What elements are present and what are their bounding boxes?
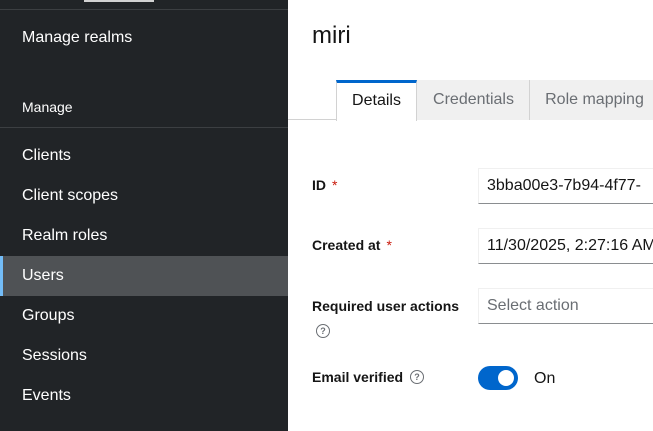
sidebar-item-realm-roles[interactable]: Realm roles bbox=[0, 216, 288, 256]
page-title: miri bbox=[312, 22, 351, 49]
sidebar-item-clients[interactable]: Clients bbox=[0, 136, 288, 176]
toggle-knob bbox=[498, 370, 514, 386]
realm-selector-edge bbox=[84, 0, 154, 2]
main-content: miri Credentials Role mapping Details ID… bbox=[288, 0, 653, 431]
id-field[interactable]: 3bba00e3-7b94-4f77- bbox=[478, 168, 653, 204]
sidebar-section-manage: Manage bbox=[22, 99, 73, 115]
tab-credentials[interactable]: Credentials bbox=[416, 80, 530, 120]
sidebar-divider bbox=[0, 127, 288, 128]
required-actions-select[interactable]: Select action bbox=[478, 288, 653, 324]
created-at-label: Created at * bbox=[312, 237, 392, 253]
sidebar-item-events[interactable]: Events bbox=[0, 376, 288, 416]
email-verified-toggle[interactable] bbox=[478, 366, 518, 390]
sidebar-item-client-scopes[interactable]: Client scopes bbox=[0, 176, 288, 216]
tab-role-mapping[interactable]: Role mapping bbox=[529, 80, 653, 120]
sidebar-item-sessions[interactable]: Sessions bbox=[0, 336, 288, 376]
sidebar-divider-top bbox=[0, 9, 288, 10]
required-marker: * bbox=[332, 177, 338, 193]
required-marker: * bbox=[386, 237, 392, 253]
required-actions-label: Required user actions bbox=[312, 298, 460, 314]
sidebar-item-groups[interactable]: Groups bbox=[0, 296, 288, 336]
tab-details[interactable]: Details bbox=[336, 80, 417, 121]
created-at-label-text: Created at bbox=[312, 237, 381, 253]
email-verified-state: On bbox=[534, 370, 556, 387]
created-at-field[interactable]: 11/30/2025, 2:27:16 AM bbox=[478, 228, 653, 264]
help-icon[interactable]: ? bbox=[410, 370, 424, 384]
id-label: ID * bbox=[312, 177, 337, 193]
manage-realms-link[interactable]: Manage realms bbox=[0, 18, 288, 58]
help-icon[interactable]: ? bbox=[316, 324, 330, 338]
sidebar-item-users[interactable]: Users bbox=[0, 256, 288, 296]
sidebar: Manage realms Manage Clients Client scop… bbox=[0, 0, 288, 431]
id-label-text: ID bbox=[312, 177, 326, 193]
email-verified-label: Email verified bbox=[312, 369, 404, 385]
